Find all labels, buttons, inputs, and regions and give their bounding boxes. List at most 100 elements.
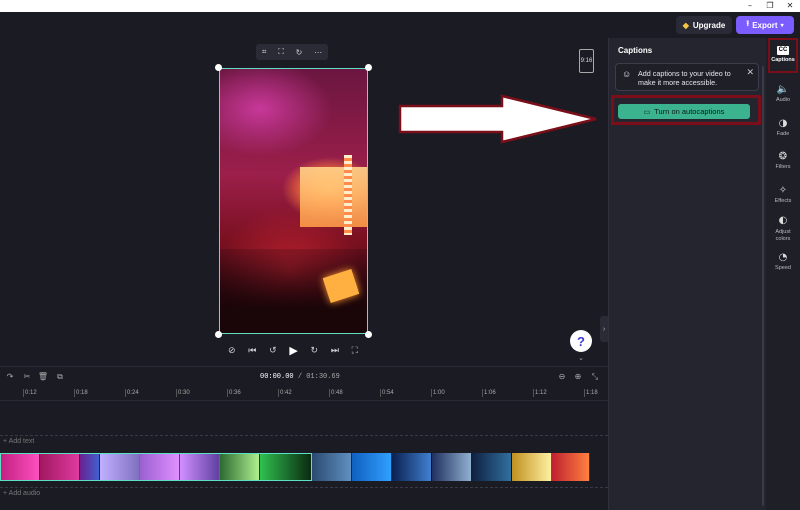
annotation-arrow [398, 94, 597, 144]
more-icon[interactable]: ⋯ [314, 48, 322, 57]
timeline-toolbar: ↷ ✂ 🗑 ⧉ 00:00.00 / 01:30.69 ⊖ ⊕ ⤡ [0, 369, 608, 385]
rail-label: Effects [774, 198, 792, 204]
maximize-button[interactable]: ❐ [760, 0, 780, 12]
export-button[interactable]: ⭱ Export ▾ [736, 16, 794, 34]
top-bar: ◆ Upgrade ⭱ Export ▾ [0, 12, 800, 38]
rail-item-effects[interactable]: ✧ Effects [766, 185, 800, 204]
aspect-ratio-button[interactable]: 9:16 [579, 49, 594, 73]
ruler-tick-label: 0:54 [382, 390, 394, 396]
skip-forward-icon[interactable]: ⏭ [331, 345, 339, 356]
timeline: ↷ ✂ 🗑 ⧉ 00:00.00 / 01:30.69 ⊖ ⊕ ⤡ 0:12 0:… [0, 366, 608, 510]
ruler-tick [533, 389, 534, 397]
redo-icon[interactable]: ↷ [4, 372, 16, 382]
resize-handle-tr[interactable] [365, 64, 372, 71]
captions-icon: ▭ [643, 108, 651, 116]
rail-label: Captions [771, 57, 795, 63]
clip-thumbnail [432, 453, 472, 481]
adjust-icon: ◐ [778, 215, 788, 226]
effects-icon: ✧ [778, 185, 788, 196]
ruler-tick [23, 389, 24, 397]
add-text-track[interactable]: + Add text [0, 435, 608, 447]
collapse-panel-tab[interactable]: › [600, 316, 608, 342]
ruler-tick-label: 0:24 [127, 390, 139, 396]
rail-item-captions[interactable]: CC Captions [766, 46, 800, 63]
clip-thumbnail [552, 453, 590, 481]
chevron-down-icon: ▾ [780, 22, 784, 29]
skip-back-icon[interactable]: ⏮ [248, 345, 256, 356]
light-tower [344, 155, 352, 235]
cc-icon: CC [777, 46, 789, 55]
rail-item-speed[interactable]: ◔ Speed [766, 252, 800, 271]
ruler-tick-label: 0:30 [178, 390, 190, 396]
ruler-tick-label: 1:18 [586, 390, 598, 396]
ruler-tick [329, 389, 330, 397]
crop-icon[interactable]: ⌗ [262, 47, 267, 57]
zoom-out-icon[interactable]: ⊖ [556, 372, 568, 382]
chevron-down-icon[interactable]: ⌄ [576, 355, 586, 363]
ruler-tick-label: 0:12 [25, 390, 37, 396]
rail-item-adjust-colors[interactable]: ◐ Adjust colors [766, 215, 800, 243]
close-icon[interactable]: ✕ [746, 67, 754, 78]
resize-handle-br[interactable] [365, 331, 372, 338]
selected-clip-outline[interactable] [0, 453, 312, 481]
ruler-tick-label: 1:12 [535, 390, 547, 396]
ruler-tick [431, 389, 432, 397]
ruler-tick [584, 389, 585, 397]
rail-item-fade[interactable]: ◑ Fade [766, 118, 800, 137]
rail-item-audio[interactable]: 🔈 Audio [766, 84, 800, 103]
turn-on-autocaptions-button[interactable]: ▭ Turn on autocaptions [618, 104, 750, 119]
captions-panel: Captions ☺ Add captions to your video to… [608, 38, 766, 510]
stage-screen [300, 167, 367, 227]
timecode: 00:00.00 / 01:30.69 [260, 373, 340, 381]
diamond-icon: ◆ [682, 20, 689, 30]
fit-icon[interactable]: ⛶ [278, 47, 284, 57]
preview-mini-toolbar: ⌗ ⛶ ↻ ⋯ [256, 44, 328, 60]
minimize-button[interactable]: – [740, 0, 760, 12]
ruler-tick-label: 0:36 [229, 390, 241, 396]
total-time: / 01:30.69 [297, 373, 340, 381]
resize-handle-bl[interactable] [215, 331, 222, 338]
smiley-icon: ☺ [622, 69, 632, 79]
rail-item-filters[interactable]: ❂ Filters [766, 151, 800, 170]
captions-tip: ☺ Add captions to your video to make it … [615, 63, 759, 91]
tool-rail: CC Captions 🔈 Audio ◑ Fade ❂ Filters ✧ E… [766, 38, 800, 510]
ruler-tick [278, 389, 279, 397]
add-audio-track[interactable]: + Add audio [0, 487, 608, 501]
ruler-tick [176, 389, 177, 397]
rail-label: Speed [775, 265, 791, 271]
help-button[interactable]: ? [570, 330, 592, 352]
upload-icon: ⭱ [746, 19, 750, 28]
forward-5-icon[interactable]: ↻ [311, 345, 319, 356]
zoom-in-icon[interactable]: ⊕ [572, 372, 584, 382]
timeline-ruler[interactable]: 0:12 0:18 0:24 0:30 0:36 0:42 0:48 0:54 1:00 1:06… [0, 387, 608, 401]
ruler-tick [227, 389, 228, 397]
ruler-tick [380, 389, 381, 397]
ruler-tick [74, 389, 75, 397]
fullscreen-icon[interactable]: ⛶ [352, 345, 358, 356]
clip-thumbnail [472, 453, 512, 481]
clip-thumbnail [512, 453, 552, 481]
delete-icon[interactable]: 🗑 [37, 372, 49, 382]
filters-icon: ❂ [778, 151, 788, 162]
fit-timeline-icon[interactable]: ⤡ [589, 372, 601, 382]
video-preview[interactable] [219, 68, 368, 334]
speed-icon: ◔ [778, 252, 788, 263]
window-titlebar: – ❐ ✕ [0, 0, 800, 12]
duplicate-icon[interactable]: ⧉ [54, 372, 66, 382]
split-icon[interactable]: ✂ [21, 372, 33, 382]
rotate-icon[interactable]: ↻ [296, 48, 303, 57]
panel-title: Captions [618, 46, 653, 55]
close-window-button[interactable]: ✕ [780, 0, 800, 12]
play-icon[interactable]: ▶ [289, 344, 297, 357]
panel-scrollbar[interactable] [762, 66, 764, 506]
upgrade-button[interactable]: ◆ Upgrade [676, 16, 732, 34]
fade-icon: ◑ [778, 118, 788, 129]
ruler-tick-label: 0:18 [76, 390, 88, 396]
rewind-5-icon[interactable]: ↺ [269, 345, 277, 356]
clip-thumbnail [312, 453, 352, 481]
ruler-tick-label: 0:42 [280, 390, 292, 396]
resize-handle-tl[interactable] [215, 64, 222, 71]
captions-off-icon[interactable]: ⊘ [228, 345, 236, 356]
rail-label: Filters [775, 164, 791, 170]
tip-text: Add captions to your video to make it mo… [638, 69, 731, 87]
